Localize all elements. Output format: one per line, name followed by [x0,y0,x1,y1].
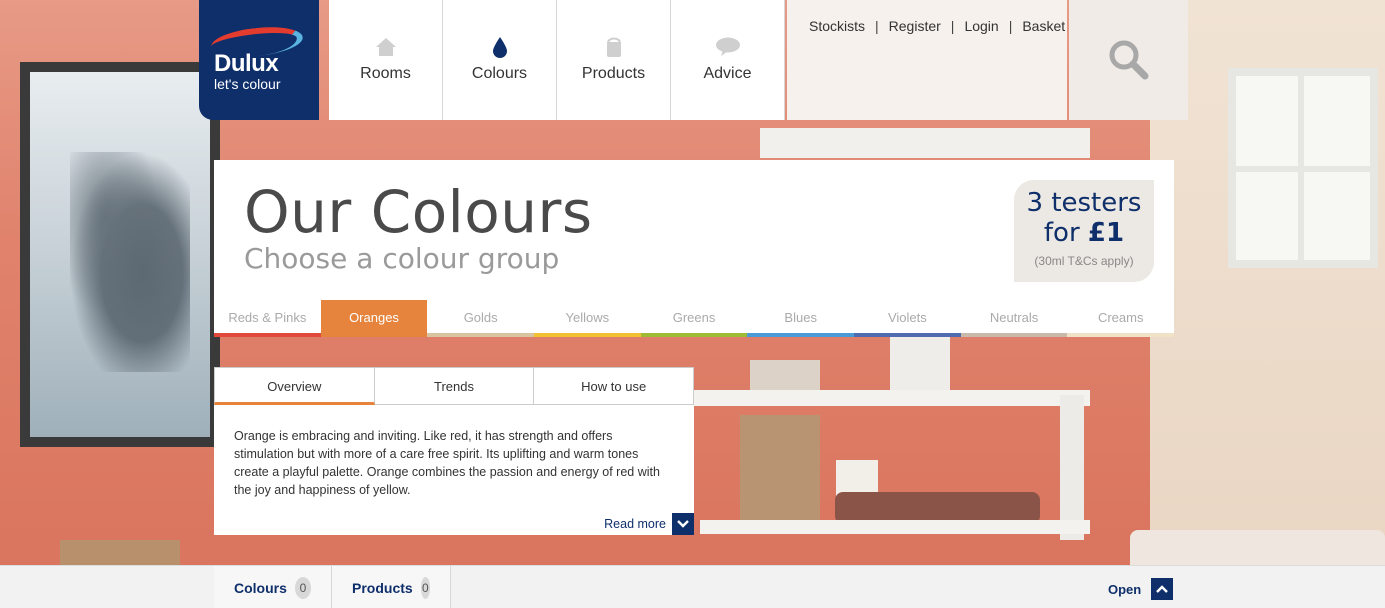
tray-tab-products[interactable]: Products 0 [332,566,451,608]
storage-box [740,415,820,520]
tab-neutrals[interactable]: Neutrals [960,300,1068,337]
tab-golds[interactable]: Golds [427,300,535,337]
tab-violets[interactable]: Violets [854,300,961,337]
shelf [1060,395,1084,540]
shelf [760,128,1090,158]
nav-label: Advice [703,65,752,82]
colour-bar [1067,333,1175,337]
tab-oranges[interactable]: Oranges [320,300,428,337]
promo-note: (30ml T&Cs apply) [1034,254,1134,268]
tab-label: Reds & Pinks [228,310,307,325]
uk-map-art [70,152,190,372]
colour-bar [534,333,641,337]
tab-label: Violets [887,310,927,325]
dulux-logo[interactable]: Dulux let's colour [199,0,319,120]
chevron-up-icon[interactable] [1151,578,1174,600]
count-badge: 0 [420,576,430,599]
nav-item-rooms[interactable]: Rooms [329,0,443,120]
window [1228,68,1378,268]
overview-content: Orange is embracing and inviting. Like r… [214,405,694,535]
shelf [700,520,1090,534]
colour-group-tabs: Reds & Pinks Oranges Golds Yellows Green… [214,300,1175,337]
tab-trends[interactable]: Trends [374,367,535,405]
login-link[interactable]: Login [964,18,998,34]
colour-bar [214,333,321,337]
colour-bar [854,333,961,337]
page-subtitle: Choose a colour group [244,242,560,275]
info-tabs: Overview Trends How to use [214,367,695,405]
read-more-label: Read more [604,517,666,531]
tab-greens[interactable]: Greens [640,300,748,337]
logo-brand-name: Dulux [214,50,279,77]
promo-price: £1 [1087,218,1125,248]
drop-icon [492,36,508,58]
promo-for: for [1043,218,1080,248]
basket-link[interactable]: Basket [1022,18,1065,34]
tray-tab-colours[interactable]: Colours 0 [214,566,332,608]
shelf [690,390,1090,406]
tab-yellows[interactable]: Yellows [534,300,641,337]
nav-label: Rooms [360,65,411,82]
separator: | [875,18,879,34]
tab-label: Blues [784,310,817,325]
tab-label: Golds [463,310,498,325]
map-picture-frame [20,62,220,447]
nav-item-colours[interactable]: Colours [443,0,557,120]
open-label: Open [1108,581,1142,597]
tab-creams[interactable]: Creams [1067,300,1175,337]
tab-label: Greens [672,310,716,325]
tray-tab-label: Colours [234,579,287,596]
testers-promo-badge[interactable]: 3 testers for £1 (30ml T&Cs apply) [1014,180,1154,282]
colour-bar [747,333,855,337]
books [750,360,820,390]
colour-bar [427,333,535,337]
colour-bar [320,333,428,337]
tab-label: Oranges [349,310,399,325]
chevron-down-icon[interactable] [672,513,694,535]
register-link[interactable]: Register [889,18,941,34]
promo-line1: testers [1051,188,1142,218]
bottom-tray: Colours 0 Products 0 Open [0,565,1385,608]
logo-tagline: let's colour [214,76,281,92]
main-nav: Rooms Colours Products Advice [329,0,785,120]
tab-blues[interactable]: Blues [747,300,855,337]
promo-count: 3 [1026,188,1044,218]
open-tray-button[interactable]: Open [1108,578,1174,600]
tab-label: Yellows [565,310,610,325]
search-icon [1109,40,1149,80]
separator: | [1008,18,1013,34]
stockists-link[interactable]: Stockists [809,18,865,34]
speech-bubble-icon [715,36,741,58]
utility-bar: Stockists | Register | Login | Basket [787,0,1067,120]
separator: | [950,18,955,34]
house-icon [375,36,397,58]
paint-can-icon [605,36,623,58]
colour-bar [640,333,748,337]
nav-label: Products [581,65,646,82]
nav-label: Colours [471,65,528,82]
search-button[interactable] [1069,0,1188,120]
nav-item-products[interactable]: Products [557,0,671,120]
tab-reds-pinks[interactable]: Reds & Pinks [214,300,321,337]
tab-label: Creams [1097,310,1144,325]
utility-links: Stockists | Register | Login | Basket [809,18,1065,34]
read-more-link[interactable]: Read more [604,513,694,535]
tab-overview[interactable]: Overview [214,367,375,405]
tab-how-to-use[interactable]: How to use [534,367,695,405]
page-title: Our Colours [244,178,593,246]
tab-label: Neutrals [989,310,1039,325]
colour-bar [960,333,1068,337]
nav-item-advice[interactable]: Advice [671,0,785,120]
tray-tab-label: Products [352,579,413,596]
count-badge: 0 [294,576,311,599]
overview-text: Orange is embracing and inviting. Like r… [234,429,660,497]
